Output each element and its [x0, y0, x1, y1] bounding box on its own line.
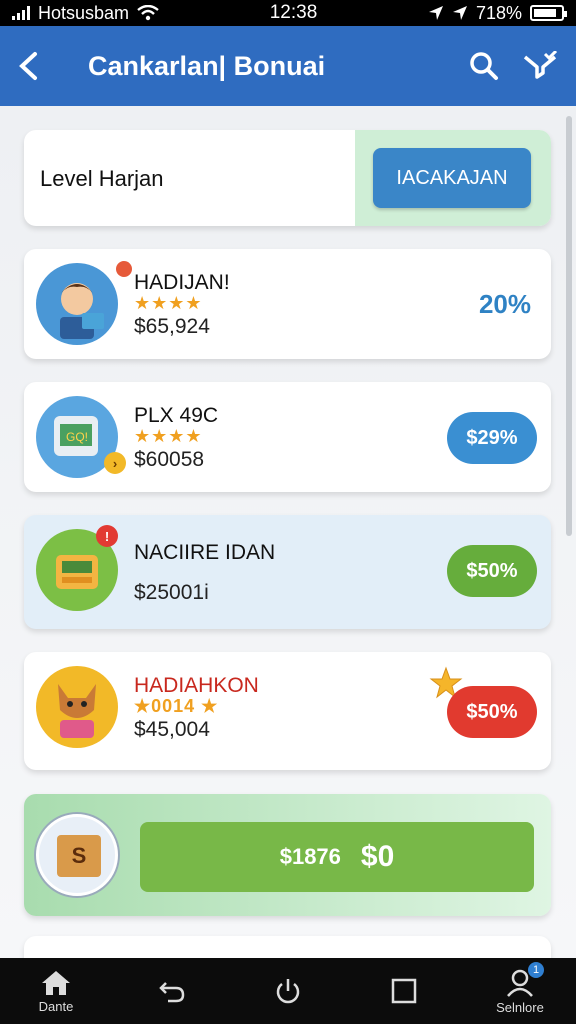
star-rating-icon: ★★★★	[134, 426, 203, 446]
nav-home[interactable]: Dante	[26, 969, 86, 1014]
home-icon	[42, 970, 70, 995]
nav-power[interactable]	[258, 977, 318, 1005]
scrollbar[interactable]	[566, 116, 572, 536]
star-rating-icon: ★★★★	[134, 293, 203, 313]
search-button[interactable]	[456, 26, 512, 106]
offer-card-3[interactable]: ! NACIIRE IDAN $25001i $50%	[24, 515, 551, 629]
status-bar: Hotsusbam 12:38 718%	[0, 0, 576, 26]
bonus-amount: $1876	[279, 844, 341, 869]
discount-button[interactable]: $50%	[447, 545, 537, 597]
offer-price: $60058	[134, 448, 205, 471]
notification-badge-1	[116, 261, 132, 277]
wifi-icon	[137, 5, 159, 21]
filter-button[interactable]	[512, 26, 568, 106]
search-icon	[470, 52, 498, 80]
nav-home-label: Dante	[38, 998, 74, 1014]
bottom-navigation: Dante 1 Selnlore	[0, 958, 576, 1024]
fox-mascot-icon	[36, 666, 118, 748]
offer-card-1[interactable]: HADIJAN! ★★★★ $65,924 20%	[24, 249, 551, 359]
arrow-badge-icon: ›	[104, 452, 126, 474]
nav-profile-label: Selnlore	[496, 999, 544, 1015]
level-label: Level Harjan	[40, 166, 164, 191]
content-area[interactable]: Level Harjan IACAKAJAN HADIJAN! ★★★★ $65…	[0, 106, 576, 958]
nav-profile[interactable]: 1 Selnlore	[490, 961, 550, 1015]
claim-bonus-button[interactable]: $1876 $0	[140, 822, 534, 892]
location-icon	[428, 6, 443, 20]
level-action-button[interactable]: IACAKAJAN	[373, 148, 531, 208]
offer-card-4[interactable]: HADIAHKON ★0014 ★ $45,004 $50%	[24, 652, 551, 770]
offer-card-2[interactable]: GQ! › PLX 49C ★★★★ $60058 $29%	[24, 382, 551, 492]
offer-card-partial[interactable]	[24, 936, 551, 958]
offer-name: PLX 49C	[134, 404, 219, 427]
signal-icon	[12, 6, 30, 20]
nav-back[interactable]	[142, 977, 202, 1005]
carrier-label: Hotsusbam	[38, 2, 130, 23]
offer-price: $65,924	[134, 315, 210, 338]
chevron-left-icon	[19, 52, 37, 80]
bonus-card: S $1876 $0	[24, 794, 551, 916]
app-bar: Cankarlan| Bonuai	[0, 26, 576, 106]
bonus-value: $0	[360, 840, 395, 873]
rating-text: ★0014 ★	[134, 696, 219, 716]
offer-name: HADIJAN!	[134, 271, 230, 294]
profile-badge: 1	[528, 961, 544, 978]
page-title: Cankarlan| Bonuai	[88, 50, 326, 81]
alert-badge: !	[96, 525, 118, 547]
avatar-boy-icon	[36, 263, 118, 345]
battery-icon	[529, 5, 567, 21]
battery-percent: 718%	[475, 2, 522, 23]
discount-text: 20%	[478, 289, 531, 319]
offer-price: $45,004	[134, 718, 210, 741]
discount-button[interactable]: $50%	[447, 686, 537, 738]
offer-name: HADIAHKON	[134, 674, 259, 697]
nav-recents[interactable]	[374, 977, 434, 1005]
power-icon	[276, 979, 300, 1004]
svg-text:GQ!: GQ!	[66, 430, 88, 444]
square-icon	[391, 978, 417, 1004]
navigation-icon	[452, 6, 467, 20]
back-button[interactable]	[0, 26, 56, 106]
level-card: Level Harjan IACAKAJAN	[24, 130, 551, 226]
undo-icon	[159, 982, 185, 1003]
clock: 12:38	[269, 2, 318, 23]
offer-price: $25001i	[134, 581, 209, 604]
discount-button[interactable]: $29%	[447, 412, 537, 464]
offer-name: NACIIRE IDAN	[134, 541, 276, 564]
gift-box-icon: S	[36, 814, 118, 896]
check-filter-icon	[523, 51, 557, 79]
